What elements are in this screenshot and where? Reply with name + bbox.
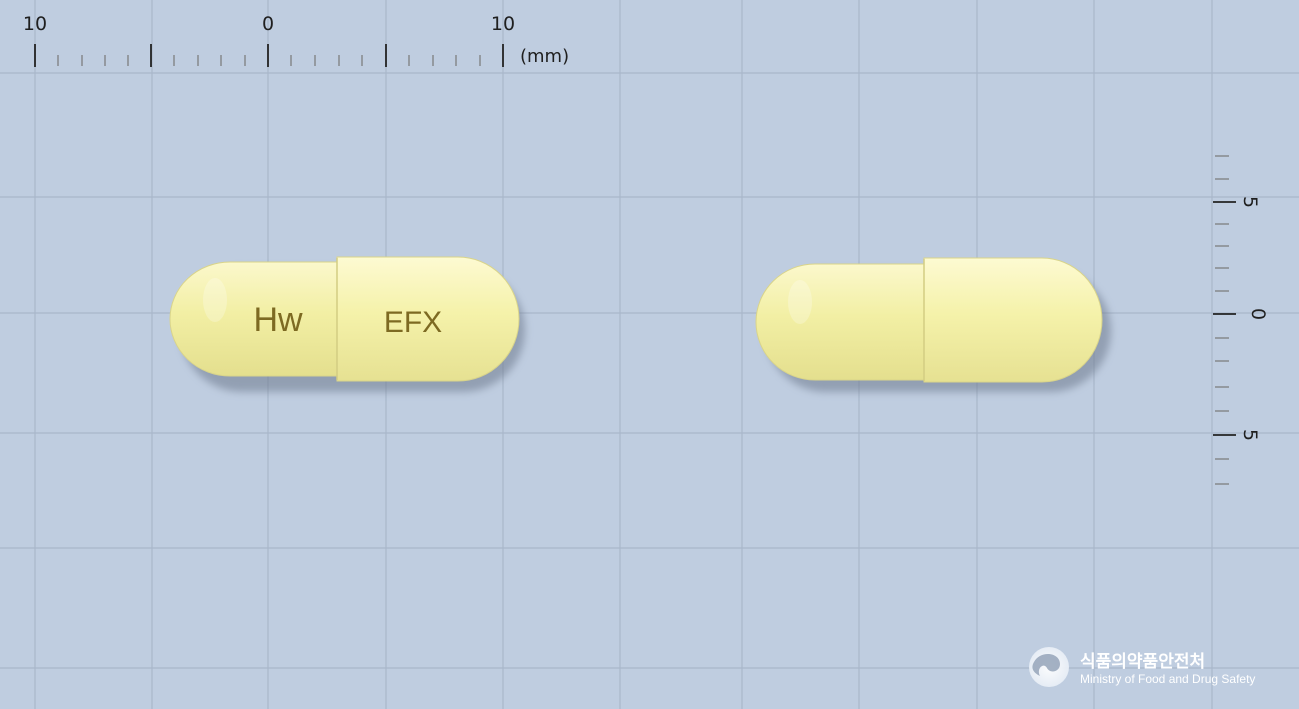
top-ruler-unit: (mm) [520,46,569,67]
logo-korean-name: 식품의약품안전처 [1080,651,1205,672]
top-ruler: 10 0 10 (mm) [23,13,569,67]
imprint-hw: Hw [253,301,303,339]
mfds-logo: 식품의약품안전처 Ministry of Food and Drug Safet… [1029,647,1255,687]
right-ruler-label-top: 5 [1239,196,1261,208]
right-ruler-label-zero: 0 [1247,308,1269,320]
capsule-front: Hw EFX [169,256,525,392]
photo-scene: 10 0 10 (mm) 5 0 5 Hw EFX 식품의약품안전처 Minis… [0,0,1299,709]
imprint-efx: EFX [384,306,442,339]
top-ruler-label-right: 10 [491,13,515,35]
top-ruler-label-left: 10 [23,13,47,35]
logo-english-name: Ministry of Food and Drug Safety [1080,672,1255,686]
top-ruler-label-zero: 0 [262,13,274,35]
right-ruler: 5 0 5 [1213,155,1269,485]
right-ruler-label-bottom: 5 [1239,429,1261,441]
capsule-back [755,257,1111,392]
capsule-back-body [923,257,1103,383]
capsule-back-cap [755,263,925,381]
